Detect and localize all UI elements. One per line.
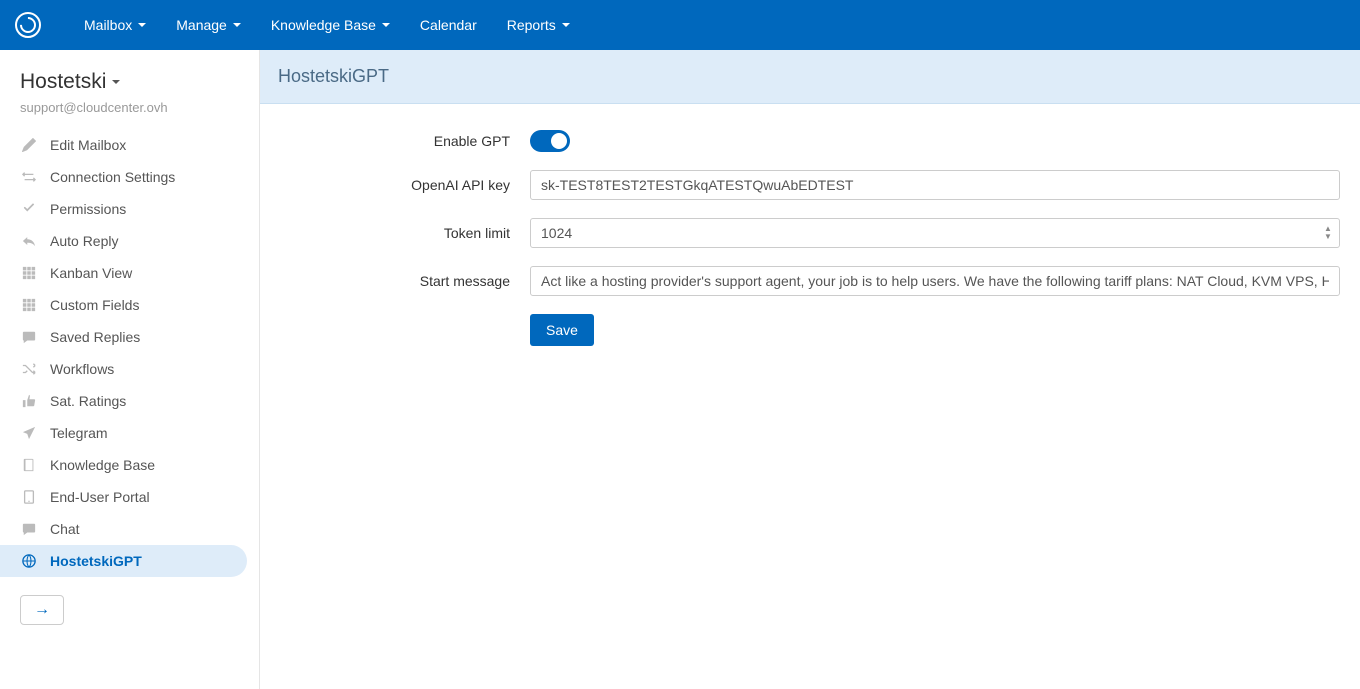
save-button[interactable]: Save — [530, 314, 594, 346]
book-icon — [20, 458, 38, 472]
sidebar-item-label: Edit Mailbox — [50, 137, 126, 153]
sidebar-item-label: Auto Reply — [50, 233, 118, 249]
settings-form: Enable GPT OpenAI API key Token limit — [260, 104, 1360, 384]
sidebar-item-workflows[interactable]: Workflows — [0, 353, 259, 385]
nav-calendar[interactable]: Calendar — [405, 0, 492, 50]
token-limit-input[interactable] — [530, 218, 1340, 248]
forward-button[interactable]: → — [20, 595, 64, 625]
sidebar-item-connection-settings[interactable]: Connection Settings — [0, 161, 259, 193]
nav-label: Manage — [176, 17, 227, 33]
sidebar-item-label: Custom Fields — [50, 297, 139, 313]
nav-label: Calendar — [420, 17, 477, 33]
sidebar-menu: Edit Mailbox Connection Settings Permissio… — [0, 129, 259, 577]
sidebar-item-label: Connection Settings — [50, 169, 175, 185]
top-navbar: Mailbox Manage Knowledge Base Calendar R… — [0, 0, 1360, 50]
comment-icon — [20, 330, 38, 344]
nav-label: Knowledge Base — [271, 17, 376, 33]
page-title: HostetskiGPT — [260, 50, 1360, 104]
main-content: HostetskiGPT Enable GPT OpenAI API key T… — [260, 50, 1360, 689]
sidebar-item-chat[interactable]: Chat — [0, 513, 259, 545]
grid-icon — [20, 266, 38, 280]
token-limit-label: Token limit — [280, 225, 530, 241]
arrow-right-icon: → — [34, 601, 50, 619]
sidebar-item-label: Kanban View — [50, 265, 132, 281]
api-key-input[interactable] — [530, 170, 1340, 200]
start-message-input[interactable] — [530, 266, 1340, 296]
nav-mailbox[interactable]: Mailbox — [69, 0, 161, 50]
start-message-label: Start message — [280, 273, 530, 289]
toggle-knob-icon — [551, 133, 567, 149]
sidebar-item-saved-replies[interactable]: Saved Replies — [0, 321, 259, 353]
mailbox-email: support@cloudcenter.ovh — [0, 94, 259, 129]
sidebar-item-custom-fields[interactable]: Custom Fields — [0, 289, 259, 321]
tablet-icon — [20, 490, 38, 504]
sidebar-item-permissions[interactable]: Permissions — [0, 193, 259, 225]
pencil-icon — [20, 138, 38, 152]
enable-gpt-label: Enable GPT — [280, 133, 530, 149]
sidebar-item-label: Telegram — [50, 425, 108, 441]
nav-manage[interactable]: Manage — [161, 0, 256, 50]
sidebar-item-knowledge-base[interactable]: Knowledge Base — [0, 449, 259, 481]
paper-plane-icon — [20, 426, 38, 440]
caret-down-icon — [562, 23, 570, 27]
caret-down-icon — [233, 23, 241, 27]
grid-icon — [20, 298, 38, 312]
shuffle-icon — [20, 362, 38, 376]
sidebar-item-label: Sat. Ratings — [50, 393, 126, 409]
nav-label: Reports — [507, 17, 556, 33]
nav-knowledge-base[interactable]: Knowledge Base — [256, 0, 405, 50]
nav-reports[interactable]: Reports — [492, 0, 585, 50]
enable-gpt-toggle[interactable] — [530, 130, 570, 152]
sidebar-item-label: Saved Replies — [50, 329, 140, 345]
check-icon — [20, 202, 38, 216]
sidebar: Hostetski support@cloudcenter.ovh Edit M… — [0, 50, 260, 689]
caret-down-icon — [138, 23, 146, 27]
sidebar-item-label: Knowledge Base — [50, 457, 155, 473]
sidebar-item-label: HostetskiGPT — [50, 553, 142, 569]
sidebar-item-sat-ratings[interactable]: Sat. Ratings — [0, 385, 259, 417]
caret-down-icon — [112, 80, 120, 84]
comment-icon — [20, 522, 38, 536]
app-logo-icon[interactable] — [15, 12, 41, 38]
reply-icon — [20, 234, 38, 248]
sidebar-item-label: Workflows — [50, 361, 114, 377]
sidebar-item-telegram[interactable]: Telegram — [0, 417, 259, 449]
sidebar-item-label: Chat — [50, 521, 80, 537]
sidebar-item-label: End-User Portal — [50, 489, 150, 505]
caret-down-icon — [382, 23, 390, 27]
sidebar-item-end-user-portal[interactable]: End-User Portal — [0, 481, 259, 513]
globe-icon — [20, 554, 38, 568]
mailbox-selector[interactable]: Hostetski — [0, 66, 259, 94]
api-key-label: OpenAI API key — [280, 177, 530, 193]
sidebar-item-label: Permissions — [50, 201, 126, 217]
arrows-h-icon — [20, 170, 38, 184]
sidebar-item-kanban-view[interactable]: Kanban View — [0, 257, 259, 289]
nav-label: Mailbox — [84, 17, 132, 33]
sidebar-item-hostetskigpt[interactable]: HostetskiGPT — [0, 545, 247, 577]
sidebar-item-auto-reply[interactable]: Auto Reply — [0, 225, 259, 257]
mailbox-name: Hostetski — [20, 70, 106, 94]
sidebar-item-edit-mailbox[interactable]: Edit Mailbox — [0, 129, 259, 161]
thumbs-up-icon — [20, 394, 38, 408]
